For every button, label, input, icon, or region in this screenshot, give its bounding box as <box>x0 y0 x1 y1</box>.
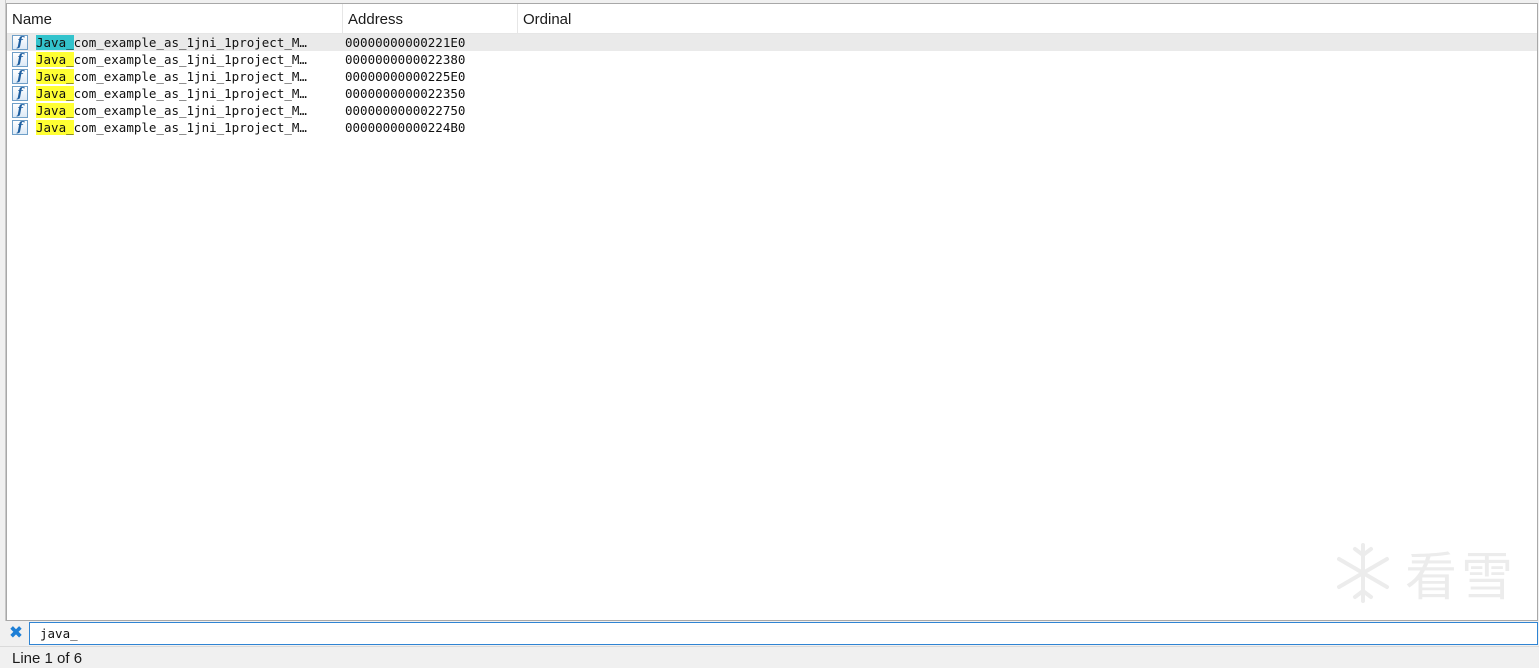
snowflake-logo-icon <box>1336 542 1389 603</box>
export-name-rest: com_example_as_1jni_1project_M… <box>73 69 307 84</box>
match-highlight: Java_ <box>36 86 74 101</box>
exports-rows: f Java_com_example_as_1jni_1project_M… 000… <box>7 34 1537 136</box>
export-name-rest: com_example_as_1jni_1project_M… <box>73 52 307 67</box>
table-row[interactable]: f Java_com_example_as_1jni_1project_M… 000… <box>7 51 1537 68</box>
filter-input[interactable] <box>29 622 1538 645</box>
match-highlight: Java_ <box>36 103 74 118</box>
export-address: 00000000000221E0 <box>345 35 466 50</box>
export-name-rest: com_example_as_1jni_1project_M… <box>73 86 307 101</box>
watermark-text: 看雪 <box>1404 548 1517 608</box>
export-name-rest: com_example_as_1jni_1project_M… <box>73 120 307 135</box>
export-name: Java_com_example_as_1jni_1project_M… <box>36 119 332 136</box>
column-header-address[interactable]: Address <box>343 4 518 34</box>
export-name: Java_com_example_as_1jni_1project_M… <box>36 85 332 102</box>
table-row[interactable]: f Java_com_example_as_1jni_1project_M… 000… <box>7 68 1537 85</box>
function-icon: f <box>12 86 28 101</box>
export-name-rest: com_example_as_1jni_1project_M… <box>73 103 307 118</box>
export-name: Java_com_example_as_1jni_1project_M… <box>36 51 332 68</box>
function-icon: f <box>12 103 28 118</box>
export-address: 00000000000224B0 <box>345 120 466 135</box>
table-row[interactable]: f Java_com_example_as_1jni_1project_M… 000… <box>7 85 1537 102</box>
export-address: 0000000000022750 <box>345 103 466 118</box>
status-bar: Line 1 of 6 <box>0 646 1539 668</box>
match-highlight: Java_ <box>36 120 74 135</box>
function-icon: f <box>12 35 28 50</box>
match-highlight: Java_ <box>36 35 74 50</box>
status-line-count: Line 1 of 6 <box>12 650 83 667</box>
close-icon[interactable]: ✖ <box>7 624 25 642</box>
table-row[interactable]: f Java_com_example_as_1jni_1project_M… 000… <box>7 102 1537 119</box>
export-name: Java_com_example_as_1jni_1project_M… <box>36 102 332 119</box>
list-header: Name Address Ordinal <box>7 4 1537 34</box>
exports-list-view[interactable]: Name Address Ordinal f Java_com_example_a… <box>6 3 1538 621</box>
function-icon: f <box>12 52 28 67</box>
column-header-name[interactable]: Name <box>7 4 343 34</box>
table-row[interactable]: f Java_com_example_as_1jni_1project_M… 000… <box>7 119 1537 136</box>
match-highlight: Java_ <box>36 52 74 67</box>
column-header-ordinal[interactable]: Ordinal <box>518 4 1538 34</box>
table-row[interactable]: f Java_com_example_as_1jni_1project_M… 000… <box>7 34 1537 51</box>
export-name-rest: com_example_as_1jni_1project_M… <box>73 35 307 50</box>
export-address: 0000000000022350 <box>345 86 466 101</box>
filter-bar: ✖ <box>0 621 1539 646</box>
function-icon: f <box>12 120 28 135</box>
export-address: 00000000000225E0 <box>345 69 466 84</box>
match-highlight: Java_ <box>36 69 74 84</box>
function-icon: f <box>12 69 28 84</box>
export-name: Java_com_example_as_1jni_1project_M… <box>36 68 332 85</box>
watermark: 看雪 <box>1331 535 1517 610</box>
export-name: Java_com_example_as_1jni_1project_M… <box>36 34 332 51</box>
export-address: 0000000000022380 <box>345 52 466 67</box>
